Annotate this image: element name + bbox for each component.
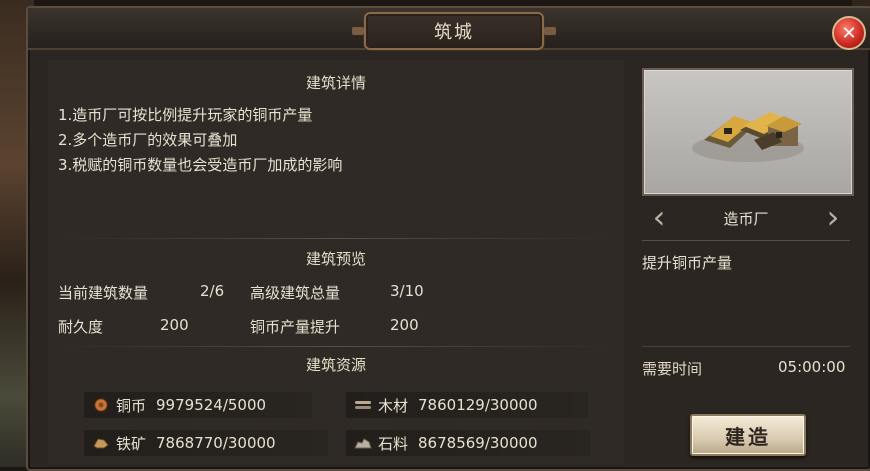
advanced-total-value: 3/10 (390, 282, 424, 300)
resource-name: 木材 (378, 396, 409, 415)
time-value: 05:00:00 (778, 358, 846, 376)
stone-icon (354, 438, 372, 449)
iron-ore-icon (93, 438, 109, 449)
wood-icon (355, 401, 371, 409)
resource-value: 7868770/30000 (156, 434, 276, 452)
detail-line-3: 3.税赋的铜币数量也会受造币厂加成的影响 (58, 156, 343, 174)
mint-building-icon (692, 112, 804, 162)
resource-name: 铁矿 (116, 434, 147, 453)
building-select-panel: ‹ 造币厂 › 提升铜币产量 需要时间 05:00:00 建造 (634, 60, 854, 465)
prev-building-button[interactable]: ‹ (646, 200, 672, 236)
copper-boost-label: 铜币产量提升 (250, 318, 341, 336)
preview-section-title: 建筑预览 (305, 250, 366, 268)
divider (58, 238, 614, 239)
resource-name: 铜币 (116, 396, 147, 415)
build-button-label: 建造 (725, 424, 771, 449)
dialog-title: 筑城 (434, 22, 474, 43)
copper-boost-value: 200 (390, 316, 419, 334)
close-icon: ✕ (841, 22, 857, 44)
detail-line-2: 2.多个造币厂的效果可叠加 (58, 131, 238, 149)
chevron-right-icon: › (826, 198, 840, 236)
current-count-label: 当前建筑数量 (58, 284, 149, 302)
detail-line-1: 1.造币厂可按比例提升玩家的铜币产量 (58, 106, 313, 124)
close-button[interactable]: ✕ (832, 16, 866, 50)
resource-row-stone: 石料 8678569/30000 (346, 430, 590, 456)
resource-value: 7860129/30000 (418, 396, 538, 414)
current-count-value: 2/6 (200, 282, 225, 300)
resource-row-wood: 木材 7860129/30000 (346, 392, 588, 418)
dialog-header: 筑城 ✕ (28, 8, 870, 50)
resource-name: 石料 (378, 434, 409, 453)
time-label: 需要时间 (642, 360, 703, 378)
advanced-total-label: 高级建筑总量 (250, 284, 341, 302)
title-plate: 筑城 (352, 12, 556, 50)
building-effect: 提升铜币产量 (642, 254, 733, 272)
resource-row-copper: 铜币 9979524/5000 (84, 392, 312, 418)
resource-value: 9979524/5000 (156, 396, 267, 414)
resource-value: 8678569/30000 (418, 434, 538, 452)
chevron-left-icon: ‹ (652, 198, 666, 236)
build-dialog: 筑城 ✕ 建筑详情 1.造币厂可按比例提升玩家的铜币产量 2.多个造币厂的效果可… (26, 6, 870, 471)
resources-section-title: 建筑资源 (305, 356, 366, 374)
resource-row-iron: 铁矿 7868770/30000 (84, 430, 328, 456)
divider (642, 240, 850, 241)
coin-icon (94, 398, 108, 412)
next-building-button[interactable]: › (820, 200, 846, 236)
building-name: 造币厂 (723, 210, 769, 228)
durability-label: 耐久度 (58, 318, 104, 336)
divider (642, 346, 850, 347)
details-section-title: 建筑详情 (305, 74, 366, 92)
divider (58, 346, 614, 347)
building-info-panel: 建筑详情 1.造币厂可按比例提升玩家的铜币产量 2.多个造币厂的效果可叠加 3.… (48, 60, 624, 465)
durability-value: 200 (160, 316, 189, 334)
building-nav: ‹ 造币厂 › (642, 200, 850, 236)
building-image (642, 68, 854, 196)
build-button[interactable]: 建造 (690, 414, 806, 456)
